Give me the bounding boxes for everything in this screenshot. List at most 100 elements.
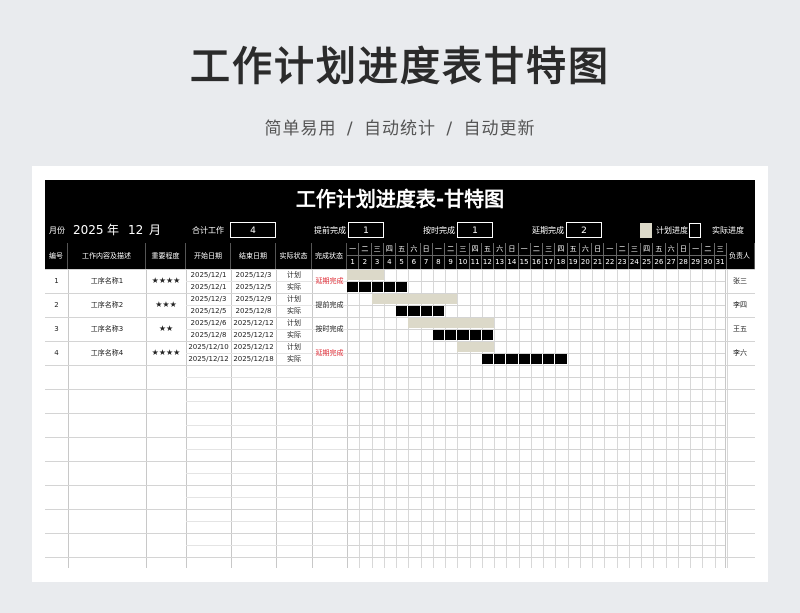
day-header: 4 [383,256,396,269]
task-priority: ★★★★ [151,348,181,357]
actual-bar-cell [494,354,507,364]
task-desc[interactable]: 工序名称1 [68,269,146,293]
actual-bar-cell [555,354,568,364]
actual-bar-cell [432,330,445,340]
total-label: 合计工作 [192,226,224,235]
year-value[interactable]: 2025 [73,218,104,243]
grid-line [347,449,725,450]
task-plan-start[interactable]: 2025/12/6 [186,317,231,329]
ontime-label: 按时完成 [423,226,455,235]
legend-plan-label: 计划进度 [656,226,688,235]
day-header: 24 [628,256,641,269]
day-header: 9 [445,256,458,269]
weekday-header: 二 [616,243,629,256]
task-done-status: 提前完成 [315,301,344,309]
task-plan-start[interactable]: 2025/12/1 [186,269,231,281]
task-actual-end[interactable]: 2025/12/18 [231,353,276,365]
weekday-header: 四 [641,243,654,256]
task-actual-start[interactable]: 2025/12/5 [186,305,231,317]
actual-bar-cell [445,330,458,340]
day-header: 31 [714,256,727,269]
page-title: 工作计划进度表甘特图 [190,44,610,90]
task-actual-start[interactable]: 2025/12/8 [186,329,231,341]
actual-bar-cell [432,306,445,316]
weekday-header: 一 [432,243,445,256]
task-priority: ★★★ [155,300,177,309]
task-owner[interactable]: 张三 [725,269,755,293]
day-header: 18 [555,256,568,269]
grid-line [45,437,755,438]
grid-line [555,269,557,568]
task-owner[interactable]: 李四 [725,293,755,317]
weekday-header: 三 [371,243,384,256]
task-actual-start[interactable]: 2025/12/12 [186,353,231,365]
task-plan-start[interactable]: 2025/12/3 [186,293,231,305]
task-priority: ★★ [158,324,174,333]
day-header: 20 [579,256,592,269]
year-unit: 年 [107,223,120,237]
task-actual-end[interactable]: 2025/12/12 [231,329,276,341]
grid-line [506,269,508,568]
late-label: 延期完成 [532,226,564,235]
task-desc[interactable]: 工序名称3 [68,317,146,341]
grid-line [494,269,495,568]
total-value: 4 [230,222,276,238]
actual-bar-cell [383,282,396,292]
grid-line [359,269,361,568]
task-desc[interactable]: 工序名称4 [68,341,146,365]
grid-line [186,473,347,474]
weekday-header: 日 [506,243,519,256]
task-plan-end[interactable]: 2025/12/12 [231,341,276,353]
month-value[interactable]: 12 [128,218,143,243]
weekday-header: 六 [494,243,507,256]
grid-line [653,269,655,568]
task-actual-end[interactable]: 2025/12/8 [231,305,276,317]
day-header: 21 [592,256,605,269]
actual-bar-cell [420,306,433,316]
day-header: 22 [604,256,617,269]
task-actual-start[interactable]: 2025/12/1 [186,281,231,293]
task-plan-end[interactable]: 2025/12/3 [231,269,276,281]
task-desc[interactable]: 工序名称2 [68,293,146,317]
gantt-sheet: 工作计划进度表-甘特图 月份 2025 年 12 月 合计工作 4 提前完成 1… [45,180,755,568]
task-actual-label: 实际 [287,307,301,315]
task-plan-label: 计划 [287,343,301,351]
grid-line [347,497,725,498]
grid-line [347,377,725,378]
grid-line [714,269,716,568]
day-header: 14 [506,256,519,269]
weekday-header: 日 [420,243,433,256]
legend-actual-label: 实际进度 [712,226,744,235]
header-end: 结束日期 [231,243,276,269]
ontime-value: 1 [457,222,493,238]
task-owner[interactable]: 李六 [725,341,755,365]
weekday-header: 一 [690,243,703,256]
day-header: 12 [481,256,494,269]
task-plan-end[interactable]: 2025/12/12 [231,317,276,329]
task-owner[interactable]: 王五 [725,317,755,341]
weekday-header: 二 [359,243,372,256]
task-done-status: 延期完成 [315,277,344,285]
grid-line [186,425,347,426]
grid-line [186,545,347,546]
task-actual-end[interactable]: 2025/12/5 [231,281,276,293]
day-header: 10 [457,256,470,269]
actual-bar-cell [396,306,409,316]
grid-line [641,269,642,568]
weekday-header: 一 [347,243,360,256]
day-header: 23 [616,256,629,269]
weekday-header: 四 [469,243,482,256]
header-priority: 重要程度 [146,243,186,269]
grid-line [45,533,755,534]
month-unit: 月 [149,223,162,237]
actual-bar-cell [518,354,531,364]
day-header: 11 [469,256,482,269]
grid-line [45,557,755,558]
actual-bar-cell [481,330,494,340]
task-plan-end[interactable]: 2025/12/9 [231,293,276,305]
grid-line [628,269,630,568]
day-header: 25 [641,256,654,269]
plan-bar [457,342,494,352]
task-plan-start[interactable]: 2025/12/10 [186,341,231,353]
grid-line [45,413,755,414]
